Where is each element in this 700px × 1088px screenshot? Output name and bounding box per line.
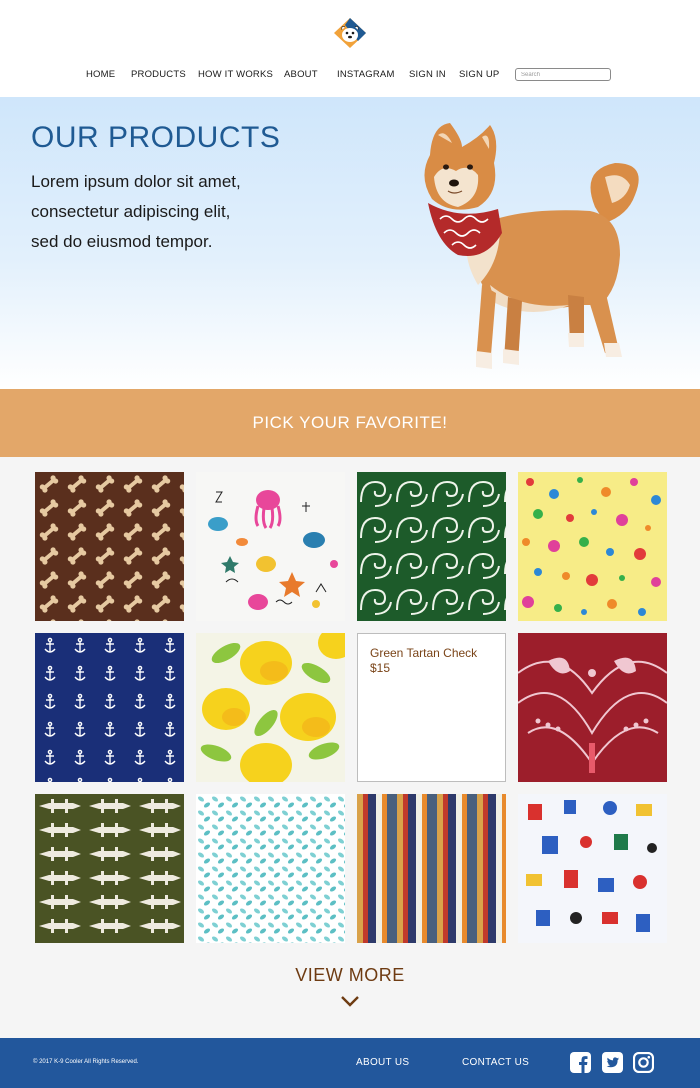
product-price: $15 [370, 661, 391, 675]
nav-instagram[interactable]: INSTAGRAM [337, 69, 395, 80]
nav-how-it-works[interactable]: HOW IT WORKS [198, 69, 273, 80]
robots-pattern [518, 794, 667, 943]
product-tile-red-paisley[interactable] [518, 633, 667, 782]
nav-products[interactable]: PRODUCTS [131, 69, 186, 80]
products-section: Green Tartan Check $15 VIEW MORE [0, 457, 700, 1038]
dog-bones-pattern [35, 472, 184, 621]
nav-home[interactable]: HOME [86, 69, 115, 80]
green-swirl-pattern [357, 472, 506, 621]
product-tile-crocodiles[interactable] [35, 794, 184, 943]
nav-about[interactable]: ABOUT [284, 69, 318, 80]
product-tile-anchors[interactable] [35, 633, 184, 782]
pick-favorite-banner: PICK YOUR FAVORITE! [0, 389, 700, 457]
nav-sign-in[interactable]: SIGN IN [409, 69, 446, 80]
polka-dots-pattern [518, 472, 667, 621]
facebook-icon[interactable] [570, 1052, 591, 1073]
dog-face-logo-icon[interactable] [331, 16, 369, 50]
teal-leaves-pattern [196, 794, 345, 943]
product-tile-lemons[interactable] [196, 633, 345, 782]
search-input[interactable] [515, 68, 611, 81]
lemons-pattern [196, 633, 345, 782]
product-tile-teal-leaves[interactable] [196, 794, 345, 943]
product-tile-bones[interactable] [35, 472, 184, 621]
banner-text: PICK YOUR FAVORITE! [252, 413, 448, 432]
crocodiles-pattern [35, 794, 184, 943]
red-paisley-pattern [518, 633, 667, 782]
footer-about-link[interactable]: ABOUT US [356, 1057, 409, 1068]
product-tile-polka-dots[interactable] [518, 472, 667, 621]
hero-line: Lorem ipsum dolor sit amet, [31, 172, 241, 191]
hero-section: OUR PRODUCTS Lorem ipsum dolor sit amet,… [0, 97, 700, 389]
product-tile-stripes[interactable] [357, 794, 506, 943]
shiba-dog-with-bandana-image [424, 123, 639, 369]
hero-line: consectetur adipiscing elit, [31, 202, 231, 221]
hero-description: Lorem ipsum dolor sit amet, consectetur … [31, 167, 291, 257]
product-tile-robots[interactable] [518, 794, 667, 943]
instagram-icon[interactable] [633, 1052, 654, 1073]
view-more-link[interactable]: VIEW MORE [0, 965, 700, 986]
page-title: OUR PRODUCTS [31, 121, 281, 154]
footer-contact-link[interactable]: CONTACT US [462, 1057, 529, 1068]
product-tile-green-tartan-info[interactable]: Green Tartan Check $15 [357, 633, 506, 782]
product-tile-sea-creatures[interactable] [196, 472, 345, 621]
hero-line: sed do eiusmod tempor. [31, 232, 213, 251]
anchors-pattern [35, 633, 184, 782]
site-header: HOME PRODUCTS HOW IT WORKS ABOUT INSTAGR… [0, 0, 700, 97]
site-footer: © 2017 K-9 Cooler All Rights Reserved. A… [0, 1038, 700, 1088]
copyright-text: © 2017 K-9 Cooler All Rights Reserved. [33, 1059, 139, 1065]
product-name: Green Tartan Check [370, 646, 478, 660]
nav-sign-up[interactable]: SIGN UP [459, 69, 499, 80]
chevron-down-icon[interactable] [340, 995, 360, 1008]
sea-creatures-pattern [196, 472, 345, 621]
vertical-stripes-pattern [357, 794, 506, 943]
product-tile-green-swirl[interactable] [357, 472, 506, 621]
twitter-icon[interactable] [602, 1052, 623, 1073]
